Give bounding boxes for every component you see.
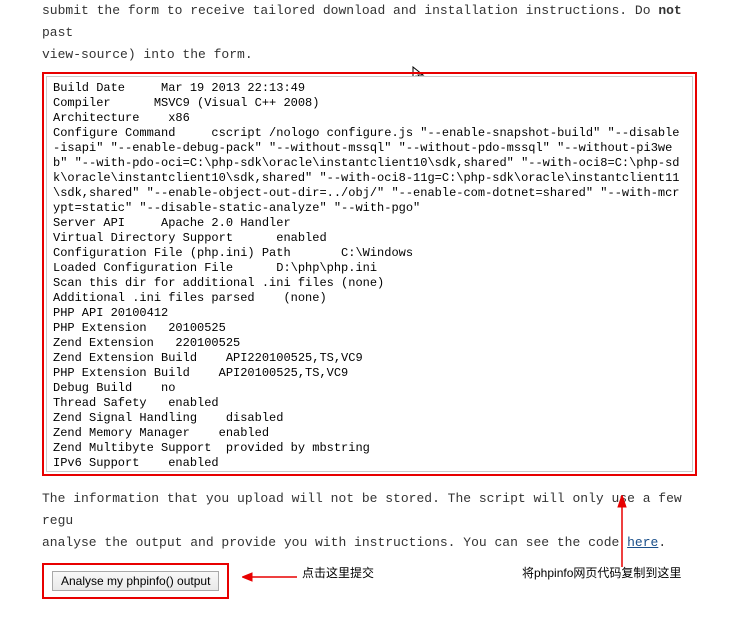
intro-line1-post: past [42,25,73,40]
phpinfo-textarea-highlight: Build Date Mar 19 2013 22:13:49 Compiler… [42,72,697,476]
intro-text: submit the form to receive tailored down… [42,0,697,66]
info-text: The information that you upload will not… [42,488,697,554]
intro-line2: view-source) into the form. [42,47,253,62]
info-line1: The information that you upload will not… [42,491,682,528]
annotation-left: 点击这里提交 [302,564,374,581]
annotation-right: 将phpinfo网页代码复制到这里 [522,564,681,581]
intro-bold: not [658,3,681,18]
arrow-right-icon [602,495,702,575]
info-line2-pre: analyse the output and provide you with … [42,535,627,550]
intro-line1-pre: submit the form to receive tailored down… [42,3,658,18]
analyse-button-highlight: Analyse my phpinfo() output [42,563,229,599]
analyse-button[interactable]: Analyse my phpinfo() output [52,571,219,591]
arrow-left-icon [242,567,302,587]
phpinfo-textarea[interactable]: Build Date Mar 19 2013 22:13:49 Compiler… [46,76,693,472]
